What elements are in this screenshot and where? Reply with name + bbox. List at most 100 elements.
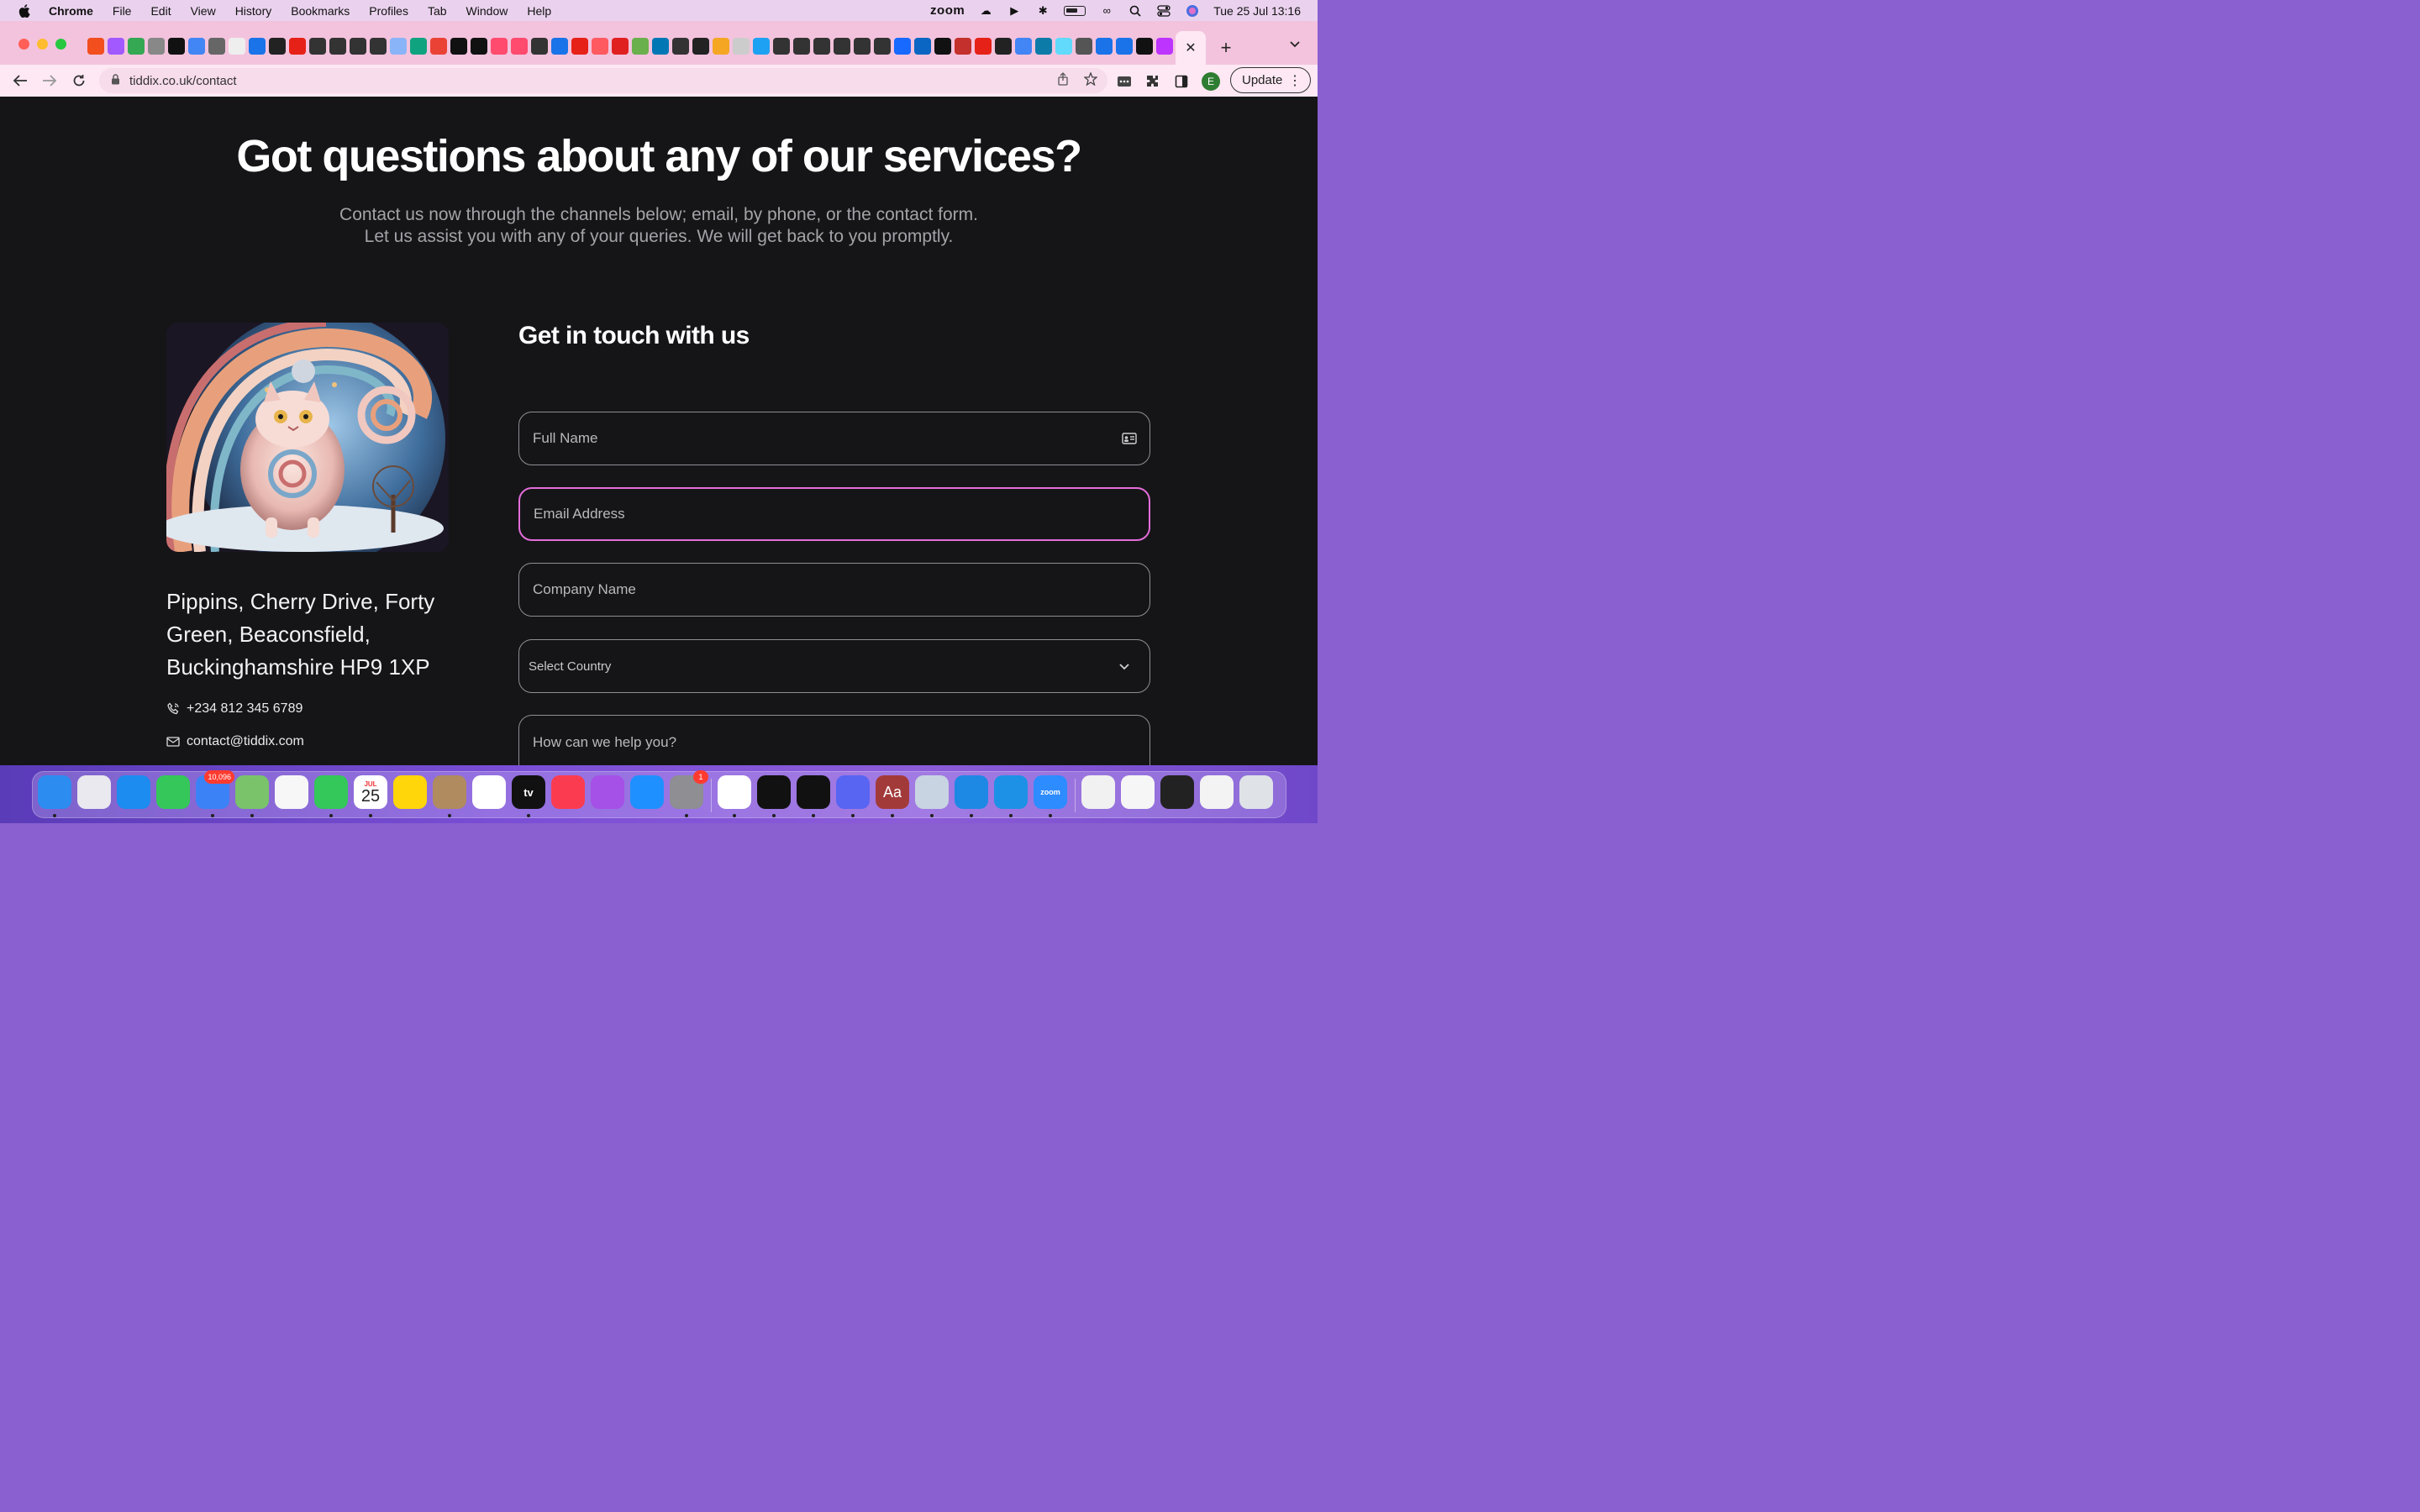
dock-podcasts-icon[interactable] xyxy=(591,775,624,809)
tab-favicon-gmail-icon[interactable] xyxy=(430,38,447,55)
tab-favicon-figma-icon[interactable] xyxy=(87,38,104,55)
company-name-field[interactable] xyxy=(518,563,1150,617)
dock-facetime-icon[interactable] xyxy=(314,775,348,809)
email-field[interactable] xyxy=(518,487,1150,541)
dock-calendar-icon[interactable]: JUL 25 xyxy=(354,775,387,809)
tab-favicon-github-icon[interactable] xyxy=(309,38,326,55)
dock-messages-icon[interactable] xyxy=(156,775,190,809)
dock-launchpad-icon[interactable] xyxy=(77,775,111,809)
menu-window[interactable]: Window xyxy=(466,4,508,18)
dock-finder-icon[interactable] xyxy=(38,775,71,809)
bookmark-star-icon[interactable] xyxy=(1083,71,1098,89)
tab-favicon-behance-icon[interactable] xyxy=(894,38,911,55)
tab-favicon-whatsapp-icon[interactable] xyxy=(128,38,145,55)
tab-favicon-video-2-icon[interactable] xyxy=(511,38,528,55)
tab-favicon-drive-icon[interactable] xyxy=(390,38,407,55)
dock-contacts-icon[interactable] xyxy=(433,775,466,809)
tab-favicon-github-4-icon[interactable] xyxy=(370,38,387,55)
tab-favicon-google-2-icon[interactable] xyxy=(1015,38,1032,55)
tab-favicon-medium-icon[interactable] xyxy=(934,38,951,55)
tab-favicon-hexagon-icon[interactable] xyxy=(450,38,467,55)
menu-view[interactable]: View xyxy=(191,4,216,18)
tab-favicon-word-icon[interactable] xyxy=(249,38,266,55)
menu-file[interactable]: File xyxy=(113,4,132,18)
dock-photos-icon[interactable] xyxy=(275,775,308,809)
tab-favicon-dribbble-icon[interactable] xyxy=(592,38,608,55)
tab-favicon-doge-icon[interactable] xyxy=(733,38,750,55)
message-field[interactable] xyxy=(518,715,1150,765)
tab-favicon-wwt-icon[interactable] xyxy=(692,38,709,55)
menu-clock[interactable]: Tue 25 Jul 13:16 xyxy=(1213,4,1301,18)
active-tab[interactable]: ✕ xyxy=(1176,31,1206,65)
tab-favicon-globe-2-icon[interactable] xyxy=(208,38,225,55)
tab-favicon-chatgpt-icon[interactable] xyxy=(410,38,427,55)
tab-favicon-facebook-icon[interactable] xyxy=(672,38,689,55)
tab-favicon-opera-icon[interactable] xyxy=(612,38,629,55)
new-tab-button[interactable]: + xyxy=(1217,37,1235,59)
tab-favicon-hexagon-2-icon[interactable] xyxy=(471,38,487,55)
tab-favicon-docs-icon[interactable] xyxy=(269,38,286,55)
url-text[interactable]: tiddix.co.uk/contact xyxy=(129,74,237,88)
tab-favicon-docs-3-icon[interactable] xyxy=(1116,38,1133,55)
dock-document-4-icon[interactable] xyxy=(1200,775,1234,809)
email-address[interactable]: contact@tiddix.com xyxy=(187,734,304,749)
dock-maps-icon[interactable] xyxy=(235,775,269,809)
dock-reminders-icon[interactable] xyxy=(472,775,506,809)
tab-favicon-github-8-icon[interactable] xyxy=(813,38,830,55)
dock-document-3-icon[interactable] xyxy=(1160,775,1194,809)
dock-discord-icon[interactable] xyxy=(836,775,870,809)
tab-favicon-figma-2-icon[interactable] xyxy=(108,38,124,55)
tab-favicon-youtube-2-icon[interactable] xyxy=(571,38,588,55)
tab-favicon-dev-icon[interactable] xyxy=(995,38,1012,55)
tab-favicon-video-icon[interactable] xyxy=(491,38,508,55)
dock-terminal-icon[interactable] xyxy=(797,775,830,809)
tab-favicon-vite-icon[interactable] xyxy=(1156,38,1173,55)
side-panel-icon[interactable] xyxy=(1173,73,1190,90)
tab-favicon-github-5-icon[interactable] xyxy=(531,38,548,55)
dock-app-store-icon[interactable] xyxy=(630,775,664,809)
control-center-icon[interactable] xyxy=(1156,4,1171,17)
address-bar[interactable]: tiddix.co.uk/contact xyxy=(99,68,1107,93)
dock-document-1-icon[interactable] xyxy=(1081,775,1115,809)
dock-docker-icon[interactable] xyxy=(994,775,1028,809)
link-icon[interactable]: ∞ xyxy=(1099,4,1114,17)
tab-favicon-android-icon[interactable] xyxy=(632,38,649,55)
close-tab-icon[interactable]: ✕ xyxy=(1185,39,1196,56)
back-arrow-icon[interactable] xyxy=(10,71,30,91)
tab-favicon-wikipedia-icon[interactable] xyxy=(229,38,245,55)
extension-icon[interactable] xyxy=(1116,73,1133,90)
lock-icon[interactable] xyxy=(111,74,123,87)
dock-preview-icon[interactable] xyxy=(915,775,949,809)
tab-favicon-lens-icon[interactable] xyxy=(652,38,669,55)
full-name-field[interactable] xyxy=(518,412,1150,465)
play-icon[interactable]: ▶ xyxy=(1007,4,1022,17)
weather-icon[interactable]: ☁ xyxy=(978,4,993,17)
dock-document-2-icon[interactable] xyxy=(1121,775,1155,809)
dock-music-icon[interactable] xyxy=(551,775,585,809)
dock-vscode-icon[interactable] xyxy=(955,775,988,809)
tab-favicon-github-11-icon[interactable] xyxy=(874,38,891,55)
menu-bookmarks[interactable]: Bookmarks xyxy=(291,4,350,18)
menu-history[interactable]: History xyxy=(235,4,272,18)
tab-favicon-star-icon[interactable] xyxy=(713,38,729,55)
menu-app-name[interactable]: Chrome xyxy=(49,4,93,18)
dock-tv-icon[interactable]: tv xyxy=(512,775,545,809)
dock-terminal-alt-icon[interactable] xyxy=(757,775,791,809)
dock-chrome-icon[interactable] xyxy=(718,775,751,809)
dock-mail-icon[interactable]: 10,096 xyxy=(196,770,234,809)
puzzle-extensions-icon[interactable] xyxy=(1144,73,1161,90)
tab-favicon-github-2-icon[interactable] xyxy=(329,38,346,55)
tab-favicon-github-7-icon[interactable] xyxy=(793,38,810,55)
email-input[interactable] xyxy=(534,506,1105,522)
tab-search-chevron-icon[interactable] xyxy=(1289,38,1301,51)
dock-trash-icon[interactable] xyxy=(1239,775,1273,809)
dock-safari-icon[interactable] xyxy=(117,775,150,809)
tab-favicon-buffer-icon[interactable] xyxy=(955,38,971,55)
tab-favicon-youtube-icon[interactable] xyxy=(289,38,306,55)
tab-favicon-vercel-icon[interactable] xyxy=(1136,38,1153,55)
dock-system-settings-icon[interactable]: 1 xyxy=(670,770,708,809)
spotlight-search-icon[interactable] xyxy=(1128,5,1143,17)
message-input[interactable] xyxy=(533,734,1104,751)
company-name-input[interactable] xyxy=(533,581,1104,598)
update-button[interactable]: Update ⋮ xyxy=(1230,67,1311,93)
